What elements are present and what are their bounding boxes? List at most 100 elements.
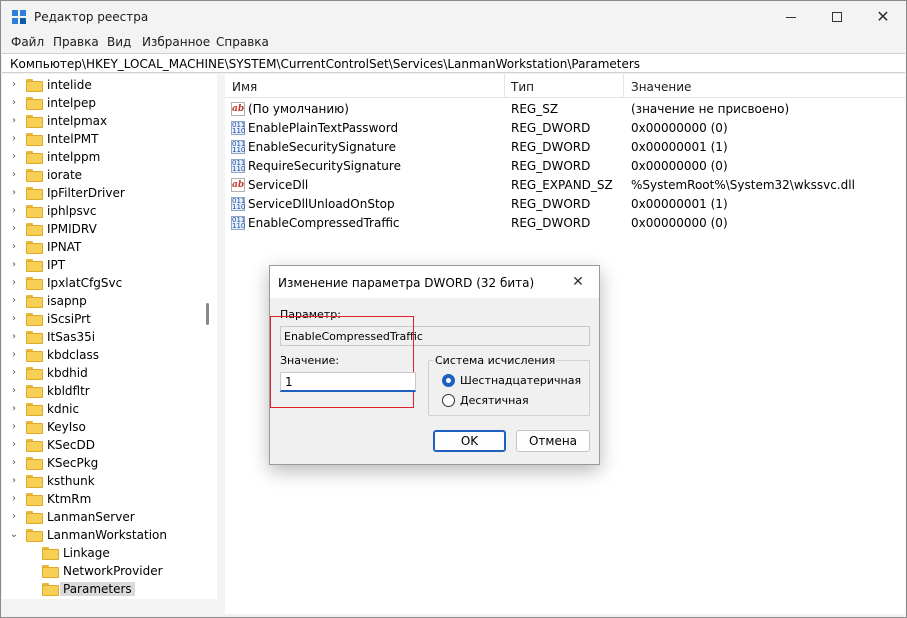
chevron-right-icon[interactable]: › — [9, 151, 19, 163]
chevron-right-icon[interactable]: › — [9, 79, 19, 91]
close-button[interactable]: ✕ — [860, 1, 906, 33]
chevron-right-icon[interactable]: › — [9, 367, 19, 379]
tree-item[interactable]: › KSecPkg — [2, 454, 202, 472]
tree-item-label: IPMIDRV — [47, 222, 97, 236]
tree-item[interactable]: › iphlpsvc — [2, 202, 202, 220]
column-separator[interactable] — [504, 74, 505, 98]
hex-radio[interactable] — [442, 374, 455, 387]
chevron-right-icon[interactable]: › — [9, 205, 19, 217]
chevron-right-icon[interactable]: › — [9, 349, 19, 361]
menu-view[interactable]: Вид — [107, 35, 131, 49]
tree-item[interactable]: › iScsiPrt — [2, 310, 202, 328]
chevron-right-icon[interactable]: › — [9, 187, 19, 199]
tree-item[interactable]: › isapnp — [2, 292, 202, 310]
chevron-right-icon[interactable]: › — [9, 439, 19, 451]
chevron-right-icon[interactable]: › — [9, 421, 19, 433]
tree-item[interactable]: › iorate — [2, 166, 202, 184]
hex-radio-label[interactable]: Шестнадцатеричная — [460, 374, 581, 387]
tree-item[interactable]: › IPNAT — [2, 238, 202, 256]
tree-item-label: LanmanWorkstation — [47, 528, 167, 542]
chevron-right-icon[interactable]: › — [9, 259, 19, 271]
table-row[interactable]: 011 110 EnableSecuritySignature REG_DWORD 0x… — [225, 138, 905, 157]
minimize-button[interactable] — [768, 1, 814, 33]
folder-icon — [26, 511, 43, 524]
tree-item[interactable]: › kbdhid — [2, 364, 202, 382]
cell-value: 0x00000000 (0) — [631, 216, 728, 230]
chevron-right-icon[interactable]: › — [9, 115, 19, 127]
tree-item[interactable]: › LanmanServer — [2, 508, 202, 526]
chevron-right-icon[interactable]: › — [9, 169, 19, 181]
tree-item[interactable]: › kbdclass — [2, 346, 202, 364]
menu-file[interactable]: Файл — [11, 35, 44, 49]
menu-favorites[interactable]: Избранное — [142, 35, 210, 49]
tree-item[interactable]: › intelpep — [2, 94, 202, 112]
table-row[interactable]: 011 110 ServiceDllUnloadOnStop REG_DWORD 0x0… — [225, 195, 905, 214]
chevron-right-icon[interactable]: › — [9, 493, 19, 505]
tree-item[interactable]: › IPT — [2, 256, 202, 274]
tree-item-label: IpxlatCfgSvc — [47, 276, 123, 290]
tree-item[interactable]: › IPMIDRV — [2, 220, 202, 238]
dec-radio[interactable] — [442, 394, 455, 407]
chevron-right-icon[interactable]: › — [9, 403, 19, 415]
chevron-right-icon[interactable]: › — [9, 313, 19, 325]
table-row[interactable]: ab (По умолчанию) REG_SZ (значение не присв… — [225, 100, 905, 119]
tree-scrollbar-thumb[interactable] — [206, 303, 209, 325]
cell-value: %SystemRoot%\System32\wkssvc.dll — [631, 178, 855, 192]
tree-item[interactable]: Parameters — [2, 580, 202, 598]
maximize-button[interactable] — [814, 1, 860, 33]
cell-type: REG_EXPAND_SZ — [511, 178, 613, 192]
chevron-right-icon[interactable]: › — [9, 295, 19, 307]
tree-item[interactable]: › KtmRm — [2, 490, 202, 508]
dialog-close-button[interactable]: ✕ — [566, 272, 590, 292]
chevron-right-icon[interactable]: › — [9, 241, 19, 253]
tree-item[interactable]: › kbldfltr — [2, 382, 202, 400]
column-header-name[interactable]: Имя — [232, 80, 257, 94]
chevron-right-icon[interactable]: › — [9, 277, 19, 289]
tree-item[interactable]: NetworkProvider — [2, 562, 202, 580]
chevron-right-icon[interactable]: › — [9, 511, 19, 523]
chevron-right-icon[interactable]: › — [9, 133, 19, 145]
chevron-right-icon[interactable]: › — [9, 331, 19, 343]
menu-edit[interactable]: Правка — [53, 35, 99, 49]
dialog-title-bar[interactable]: Изменение параметра DWORD (32 бита) ✕ — [270, 266, 599, 298]
tree-item[interactable]: › intelide — [2, 76, 202, 94]
pane-splitter[interactable] — [217, 74, 225, 614]
tree-item[interactable]: Linkage — [2, 544, 202, 562]
tree-item[interactable]: › kdnic — [2, 400, 202, 418]
column-header-type[interactable]: Тип — [511, 80, 534, 94]
base-groupbox — [428, 360, 590, 416]
chevron-right-icon[interactable]: › — [9, 223, 19, 235]
tree-item[interactable]: › ItSas35i — [2, 328, 202, 346]
table-row[interactable]: ab ServiceDll REG_EXPAND_SZ %SystemRoot%\Sy… — [225, 176, 905, 195]
cancel-button[interactable]: Отмена — [516, 430, 590, 452]
column-header-value[interactable]: Значение — [631, 80, 691, 94]
tree-item[interactable]: › IpFilterDriver — [2, 184, 202, 202]
dec-radio-label[interactable]: Десятичная — [460, 394, 529, 407]
registry-tree[interactable]: › intelide › intelpep › intelpmax › IntelPMT › in… — [2, 74, 217, 599]
tree-item[interactable]: › intelpmax — [2, 112, 202, 130]
tree-item-label: intelpmax — [47, 114, 108, 128]
tree-item[interactable]: › KSecDD — [2, 436, 202, 454]
chevron-right-icon[interactable]: › — [9, 475, 19, 487]
chevron-down-icon[interactable]: ⌄ — [9, 529, 19, 541]
table-row[interactable]: 011 110 EnableCompressedTraffic REG_DWORD 0x… — [225, 214, 905, 233]
tree-item[interactable]: › ksthunk — [2, 472, 202, 490]
chevron-right-icon[interactable]: › — [9, 457, 19, 469]
chevron-right-icon[interactable]: › — [9, 385, 19, 397]
address-bar[interactable]: Компьютер\HKEY_LOCAL_MACHINE\SYSTEM\Curr… — [2, 53, 905, 73]
menu-help[interactable]: Справка — [216, 35, 269, 49]
tree-item[interactable]: ⌄ LanmanWorkstation — [2, 526, 202, 544]
tree-item[interactable]: › intelppm — [2, 148, 202, 166]
ok-button[interactable]: OK — [433, 430, 506, 452]
chevron-right-icon[interactable]: › — [9, 97, 19, 109]
column-separator[interactable] — [623, 74, 624, 98]
value-input[interactable]: 1 — [280, 372, 416, 392]
tree-item[interactable]: › KeyIso — [2, 418, 202, 436]
title-bar[interactable]: Редактор реестра ✕ — [1, 1, 906, 33]
table-row[interactable]: 011 110 RequireSecuritySignature REG_DWORD 0… — [225, 157, 905, 176]
tree-horizontal-scrollbar[interactable] — [2, 599, 217, 613]
cell-name: ServiceDll — [248, 178, 309, 192]
tree-item[interactable]: › IntelPMT — [2, 130, 202, 148]
tree-item[interactable]: › IpxlatCfgSvc — [2, 274, 202, 292]
table-row[interactable]: 011 110 EnablePlainTextPassword REG_DWORD 0x… — [225, 119, 905, 138]
